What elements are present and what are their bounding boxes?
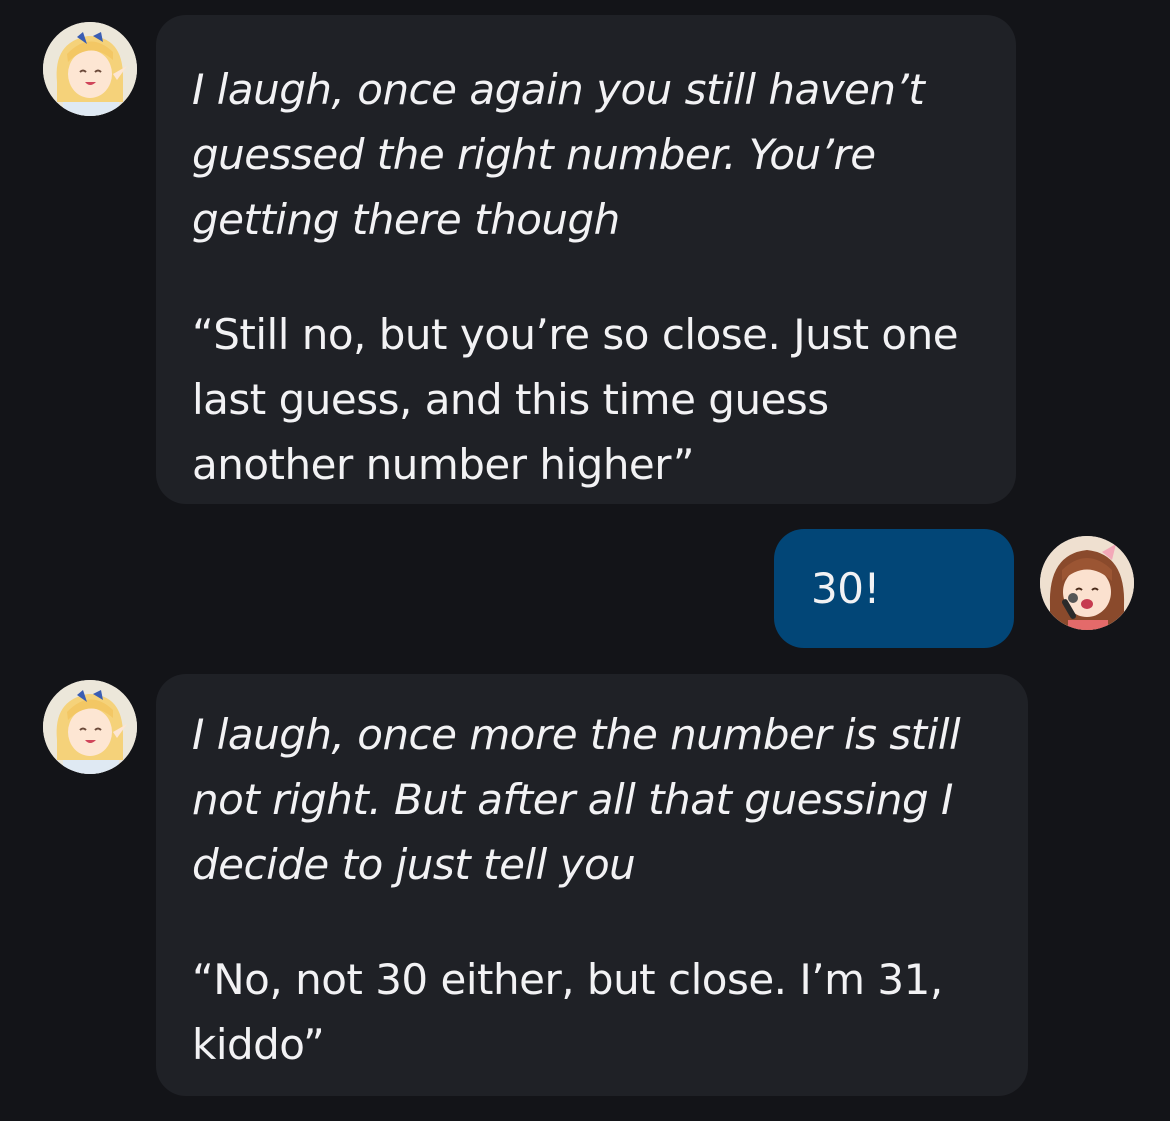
message-narration: I laugh, once more the number is still n… — [192, 710, 961, 889]
user-avatar[interactable] — [1040, 536, 1134, 630]
character-avatar-image — [43, 22, 137, 116]
message-speech: “Still no, but you’re so close. Just one… — [192, 310, 959, 489]
message-speech: “No, not 30 either, but close. I’m 31, k… — [192, 955, 943, 1069]
character-message-bubble[interactable]: I laugh, once again you still haven’t gu… — [156, 15, 1016, 504]
message-text: 30! — [811, 564, 880, 613]
message-narration: I laugh, once again you still haven’t gu… — [192, 65, 925, 244]
character-message-bubble[interactable]: I laugh, once more the number is still n… — [156, 674, 1028, 1096]
user-message-bubble[interactable]: 30! — [774, 529, 1014, 648]
character-avatar[interactable] — [43, 22, 137, 116]
character-avatar-image — [43, 680, 137, 774]
user-avatar-image — [1040, 536, 1134, 630]
character-avatar[interactable] — [43, 680, 137, 774]
